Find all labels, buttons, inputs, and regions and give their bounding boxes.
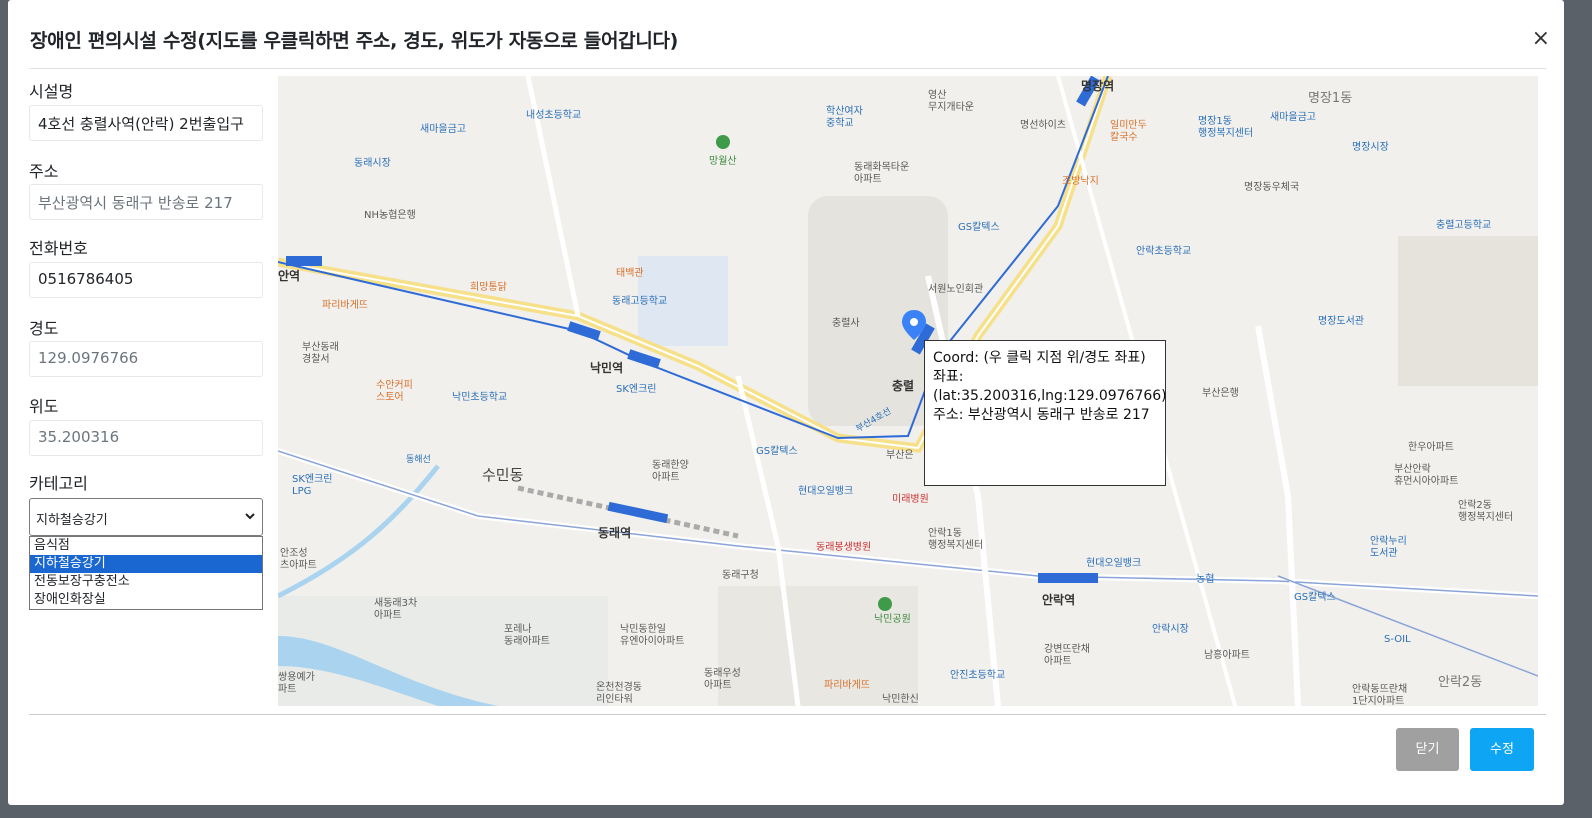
map-label: 새마을금고 (420, 123, 466, 135)
map-label: 동래구청 (722, 569, 759, 581)
category-dropdown: 음식점 지하철승강기 전동보장구충전소 장애인화장실 (29, 536, 263, 610)
map-label: 희망통닭 (470, 281, 507, 293)
edit-facility-modal: 장애인 편의시설 수정(지도를 우클릭하면 주소, 경도, 위도가 자동으로 들… (8, 0, 1564, 805)
map-label: 현대오일뱅크 (798, 485, 853, 497)
latitude-label: 위도 (29, 397, 59, 416)
save-button[interactable]: 수정 (1470, 728, 1534, 771)
map-label: 동해선 (406, 454, 431, 465)
map-label: 남흥아파트 (1204, 648, 1250, 661)
map-label: 수민동 (482, 466, 524, 484)
longitude-input[interactable]: 129.0976766 (29, 341, 263, 377)
close-button[interactable]: 닫기 (1396, 728, 1459, 771)
map-label: 현대오일뱅크 (1086, 557, 1141, 569)
map-label: 파리바게뜨 (322, 299, 368, 311)
map-label: 한우아파트 (1408, 441, 1454, 453)
map-label: 안락동뜨란채 1단지아파트 (1352, 683, 1407, 706)
address-input[interactable]: 부산광역시 동래구 반송로 217 (29, 184, 263, 220)
map-label: 충렬사 (832, 316, 860, 329)
map-label: 낙민한신 (882, 693, 919, 705)
map-label: 동래고등학교 (612, 295, 667, 307)
map-label: 안역 (278, 268, 300, 283)
map-label: SK엔크린 (616, 383, 657, 395)
footer-divider (29, 714, 1546, 715)
map-label: 충렬고등학교 (1436, 218, 1491, 231)
category-option[interactable]: 전동보장구충전소 (30, 573, 262, 591)
latitude-input[interactable]: 35.200316 (29, 420, 263, 456)
infowindow-address: 주소: 부산광역시 동래구 반송로 217 (933, 407, 1150, 423)
kakao-map[interactable]: 명장역 낙민역 충렬 동래역 안락역 안역 수민동 명장1동 안락2동 내성초등… (278, 76, 1538, 706)
map-label: 새마을금고 (1270, 111, 1316, 123)
map-label: 조방낙지 (1062, 175, 1099, 187)
name-label: 시설명 (29, 82, 74, 101)
phone-input[interactable]: 0516786405 (29, 262, 263, 298)
header-divider (29, 68, 1546, 69)
map-label: 망월산 (709, 155, 737, 167)
map-label: GS칼텍스 (958, 220, 1000, 233)
map-label: 명선하이츠 (1020, 118, 1066, 131)
address-label: 주소 (29, 162, 59, 181)
map-label: 부산은행 (1202, 387, 1239, 399)
name-input[interactable]: 4호선 충렬사역(안락) 2번출입구 (29, 105, 263, 141)
map-label: 명장동우체국 (1244, 181, 1299, 193)
map-label: 안진초등학교 (950, 669, 1005, 681)
map-label: 태백관 (616, 267, 644, 279)
map-label: 안락2동 (1438, 675, 1482, 690)
longitude-label: 경도 (29, 319, 59, 338)
chevron-down-icon (245, 513, 255, 520)
map-label: 미래병원 (892, 493, 929, 505)
map-label: NH농협은행 (364, 208, 416, 221)
map-label: 동래역 (598, 525, 631, 540)
category-option[interactable]: 음식점 (30, 537, 262, 555)
phone-label: 전화번호 (29, 239, 88, 258)
category-selected-value: 지하철승강기 (36, 513, 108, 528)
map-label: 명장도서관 (1318, 315, 1364, 327)
map-label: 동래봉생병원 (816, 541, 871, 553)
category-option-selected[interactable]: 지하철승강기 (30, 555, 262, 573)
map-label: 낙민공원 (874, 613, 911, 625)
map-label: 내성초등학교 (526, 109, 581, 121)
map-label: 명장시장 (1352, 141, 1389, 153)
map-label: GS칼텍스 (756, 444, 798, 457)
infowindow-coord: Coord: (우 클릭 지점 위/경도 좌표) (933, 350, 1146, 366)
map-label: 서원노인회관 (928, 283, 983, 295)
map-label: S-OIL (1384, 634, 1411, 645)
map-label: 명장역 (1081, 78, 1114, 93)
close-icon[interactable]: × (1532, 28, 1550, 50)
map-label: 동래시장 (354, 157, 391, 169)
map-label: 명장1동 (1308, 91, 1352, 106)
map-label: 파리바게뜨 (824, 679, 870, 691)
modal-title: 장애인 편의시설 수정(지도를 우클릭하면 주소, 경도, 위도가 자동으로 들… (30, 30, 679, 52)
map-label: 농협 (1196, 572, 1214, 585)
map-label: 충렬 (892, 378, 914, 393)
infowindow-latlng: 좌표: (lat:35.200316,lng:129.0976766) (933, 369, 1167, 404)
category-label: 카테고리 (29, 474, 88, 493)
map-label: 안락시장 (1152, 623, 1189, 635)
map-label: 안락초등학교 (1136, 245, 1191, 257)
map-label: 낙민역 (590, 360, 623, 375)
coord-infowindow: Coord: (우 클릭 지점 위/경도 좌표) 좌표: (lat:35.200… (924, 340, 1167, 486)
map-label: 안락역 (1042, 592, 1075, 607)
map-label: 낙민초등학교 (452, 391, 507, 403)
map-canvas[interactable]: 명장역 낙민역 충렬 동래역 안락역 안역 수민동 명장1동 안락2동 내성초등… (278, 76, 1538, 706)
map-label: GS칼텍스 (1294, 590, 1336, 603)
map-label: 부산은 (886, 449, 914, 461)
category-option[interactable]: 장애인화장실 (30, 591, 262, 609)
backdrop-edge (1564, 0, 1592, 818)
category-select[interactable]: 지하철승강기 (29, 498, 263, 536)
